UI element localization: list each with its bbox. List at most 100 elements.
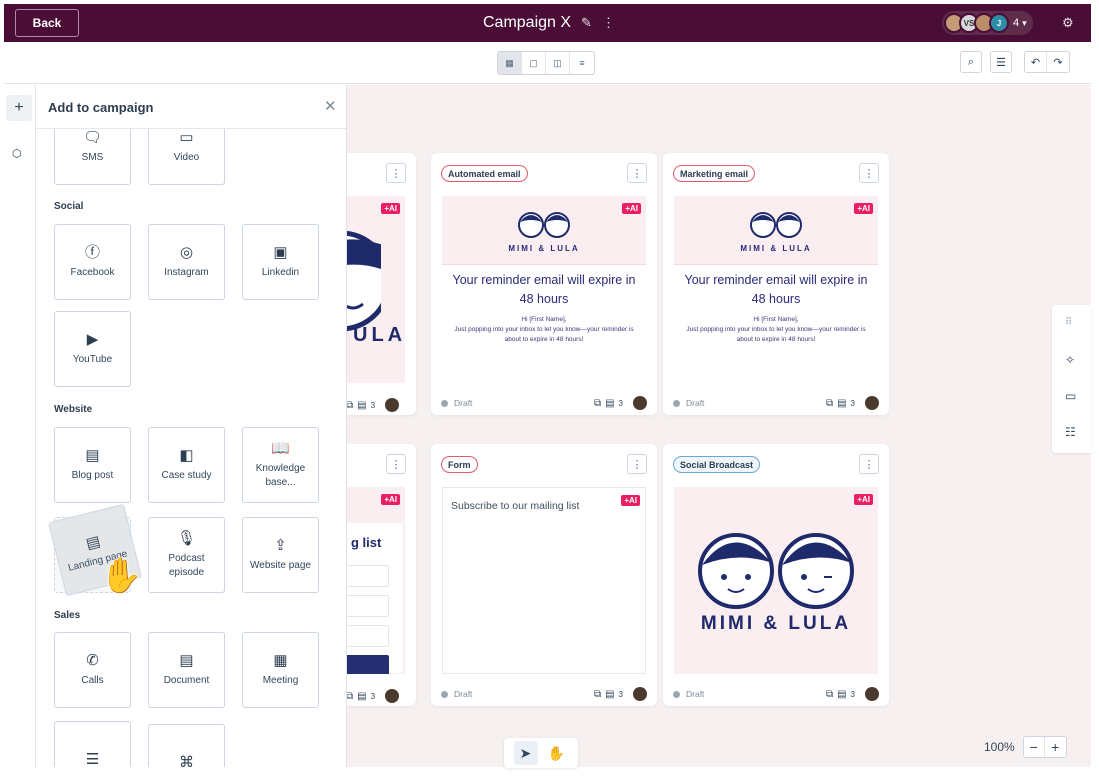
tile-label: Knowledge base... bbox=[255, 463, 306, 488]
drag-handle-icon[interactable]: ⠿ bbox=[1065, 317, 1072, 328]
back-button[interactable]: Back bbox=[15, 9, 79, 37]
tile-workflow[interactable]: ⌘ bbox=[148, 724, 225, 767]
copy-icon[interactable]: ⧉ bbox=[346, 691, 353, 702]
status-badge: Draft bbox=[686, 398, 705, 408]
copy-icon[interactable]: ⧉ bbox=[594, 398, 601, 409]
comment-icon[interactable]: ▤ bbox=[357, 691, 366, 702]
status-dot bbox=[441, 690, 448, 698]
document-icon: ▤ bbox=[179, 651, 194, 669]
comment-icon[interactable]: ▤ bbox=[837, 398, 846, 409]
add-icon[interactable]: + bbox=[6, 95, 32, 121]
more-icon[interactable]: ⋮ bbox=[859, 163, 879, 183]
right-rail: ⠿ ✧ ▭ ☷ bbox=[1052, 305, 1091, 453]
copy-icon[interactable]: ⧉ bbox=[826, 398, 833, 409]
workflow-icon: ⌘ bbox=[179, 753, 194, 768]
tile-blog-post[interactable]: ▤ Blog post bbox=[54, 427, 131, 503]
tile-meeting[interactable]: ▦ Meeting bbox=[242, 632, 319, 708]
assets-icon[interactable]: ⬡ bbox=[12, 147, 22, 160]
sms-icon: 🗨 bbox=[82, 128, 103, 146]
zoom-out-button[interactable]: − bbox=[1024, 737, 1045, 757]
logo-text: MIMI & LULA bbox=[508, 244, 580, 253]
form-title-fragment: g list bbox=[351, 535, 382, 550]
tile-label: YouTube bbox=[72, 353, 113, 365]
redo-icon[interactable]: ↷ bbox=[1047, 52, 1069, 72]
card-footer: Draft ⧉ ▤ 3 bbox=[673, 687, 879, 701]
email-heading: Your reminder email will expire in 48 ho… bbox=[684, 273, 868, 306]
comment-icon[interactable]: ▤ bbox=[605, 689, 614, 700]
tile-podcast-episode[interactable]: 🎙 Podcast episode bbox=[148, 517, 225, 593]
list-view-icon[interactable]: ≡ bbox=[570, 52, 594, 74]
ai-badge[interactable]: +AI bbox=[621, 495, 640, 506]
calendar-icon: ▦ bbox=[273, 651, 288, 669]
settings-icon[interactable]: ⚙ bbox=[1062, 15, 1074, 31]
comment-icon[interactable]: ▤ bbox=[837, 689, 846, 700]
more-icon[interactable]: ⋮ bbox=[859, 454, 879, 474]
pencil-icon[interactable]: ✎ bbox=[581, 15, 592, 31]
mimi-lula-logo-graphic bbox=[518, 212, 570, 238]
asset-card-form[interactable]: Form ⋮ +AI Subscribe to our mailing list… bbox=[431, 444, 657, 706]
ai-badge[interactable]: +AI bbox=[381, 494, 400, 505]
toolbar: ▦ ▢ ◫ ≡ ⌕ ☰ ↶ ↷ bbox=[4, 42, 1091, 84]
campaign-title[interactable]: Campaign X bbox=[483, 14, 571, 32]
search-icon[interactable]: ⌕ bbox=[960, 51, 982, 73]
asset-card-automated-email[interactable]: Automated email ⋮ +AI MIMI & LULA Your r… bbox=[431, 153, 657, 415]
filter-icon[interactable]: ☰ bbox=[990, 51, 1012, 73]
tile-website-page[interactable]: ⇪ Website page bbox=[242, 517, 319, 593]
board-view-icon[interactable]: ▦ bbox=[498, 52, 522, 74]
card-footer-icons: ⧉ ▤ 3 bbox=[346, 398, 400, 412]
tile-instagram[interactable]: ◎ Instagram bbox=[148, 224, 225, 300]
instagram-icon: ◎ bbox=[179, 243, 194, 261]
email-preview-body: Your reminder email will expire in 48 ho… bbox=[442, 264, 646, 383]
avatar bbox=[385, 689, 400, 703]
copy-icon[interactable]: ⧉ bbox=[826, 689, 833, 700]
collaborator-count: 4 bbox=[1013, 17, 1020, 29]
more-icon[interactable]: ⋮ bbox=[627, 454, 647, 474]
card-preview: +AI MIMI & LULA Your reminder email will… bbox=[674, 196, 878, 383]
view-switcher: ▦ ▢ ◫ ≡ bbox=[497, 51, 595, 75]
ai-badge[interactable]: +AI bbox=[381, 203, 400, 214]
avatar bbox=[385, 398, 400, 412]
sparkle-icon[interactable]: ✧ bbox=[1065, 353, 1075, 367]
card-footer: Draft ⧉ ▤ 3 bbox=[673, 396, 879, 410]
checklist-icon[interactable]: ☷ bbox=[1065, 425, 1076, 439]
copy-icon[interactable]: ⧉ bbox=[594, 689, 601, 700]
collaborators[interactable]: VS J 4 ▾ bbox=[942, 11, 1033, 35]
hand-icon[interactable]: ✋ bbox=[545, 741, 569, 765]
comment-count: 3 bbox=[850, 398, 855, 408]
email-greeting: Hi [First Name], bbox=[753, 315, 799, 323]
tile-document[interactable]: ▤ Document bbox=[148, 632, 225, 708]
campaign-editor: Back Campaign X ✎ ⋮ VS J 4 ▾ ⚙ ▦ ▢ ◫ ≡ ⌕… bbox=[0, 0, 1099, 780]
tile-youtube[interactable]: ▶ YouTube bbox=[54, 311, 131, 387]
more-icon[interactable]: ⋮ bbox=[602, 15, 615, 31]
comment-icon[interactable]: ▭ bbox=[1065, 389, 1076, 403]
copy-icon[interactable]: ⧉ bbox=[346, 400, 353, 411]
card-view-icon[interactable]: ▢ bbox=[522, 52, 546, 74]
tile-knowledge-base[interactable]: 📖 Knowledge base... bbox=[242, 427, 319, 503]
case-study-icon: ◧ bbox=[179, 446, 194, 464]
tile-label: Calls bbox=[81, 674, 104, 686]
layout-view-icon[interactable]: ◫ bbox=[546, 52, 570, 74]
comment-icon[interactable]: ▤ bbox=[357, 400, 366, 411]
more-icon[interactable]: ⋮ bbox=[627, 163, 647, 183]
status-dot bbox=[673, 399, 680, 407]
email-text: Hi [First Name], Just popping into your … bbox=[442, 315, 646, 346]
zoom-in-button[interactable]: + bbox=[1045, 737, 1066, 757]
tile-linkedin[interactable]: ▣ Linkedin bbox=[242, 224, 319, 300]
pointer-icon[interactable]: ➤ bbox=[513, 741, 538, 765]
email-greeting: Hi [First Name], bbox=[521, 315, 567, 323]
comment-count: 3 bbox=[618, 689, 623, 699]
more-icon[interactable]: ⋮ bbox=[386, 163, 406, 183]
ai-badge[interactable]: +AI bbox=[854, 494, 873, 505]
website-page-icon: ⇪ bbox=[274, 536, 287, 554]
asset-card-social-broadcast[interactable]: Social Broadcast ⋮ +AI MIMI & LULA Draft bbox=[663, 444, 889, 706]
tile-facebook[interactable]: ⓕ Facebook bbox=[54, 224, 131, 300]
comment-icon[interactable]: ▤ bbox=[605, 398, 614, 409]
undo-icon[interactable]: ↶ bbox=[1025, 52, 1047, 72]
tile-sequence[interactable]: ☰ bbox=[54, 721, 131, 767]
more-icon[interactable]: ⋮ bbox=[386, 454, 406, 474]
tile-calls[interactable]: ✆ Calls bbox=[54, 632, 131, 708]
tile-case-study[interactable]: ◧ Case study bbox=[148, 427, 225, 503]
canvas-tools: ➤ ✋ bbox=[504, 738, 578, 768]
asset-card-marketing-email[interactable]: Marketing email ⋮ +AI MIMI & LULA Your r… bbox=[663, 153, 889, 415]
close-icon[interactable]: ✕ bbox=[324, 97, 337, 115]
